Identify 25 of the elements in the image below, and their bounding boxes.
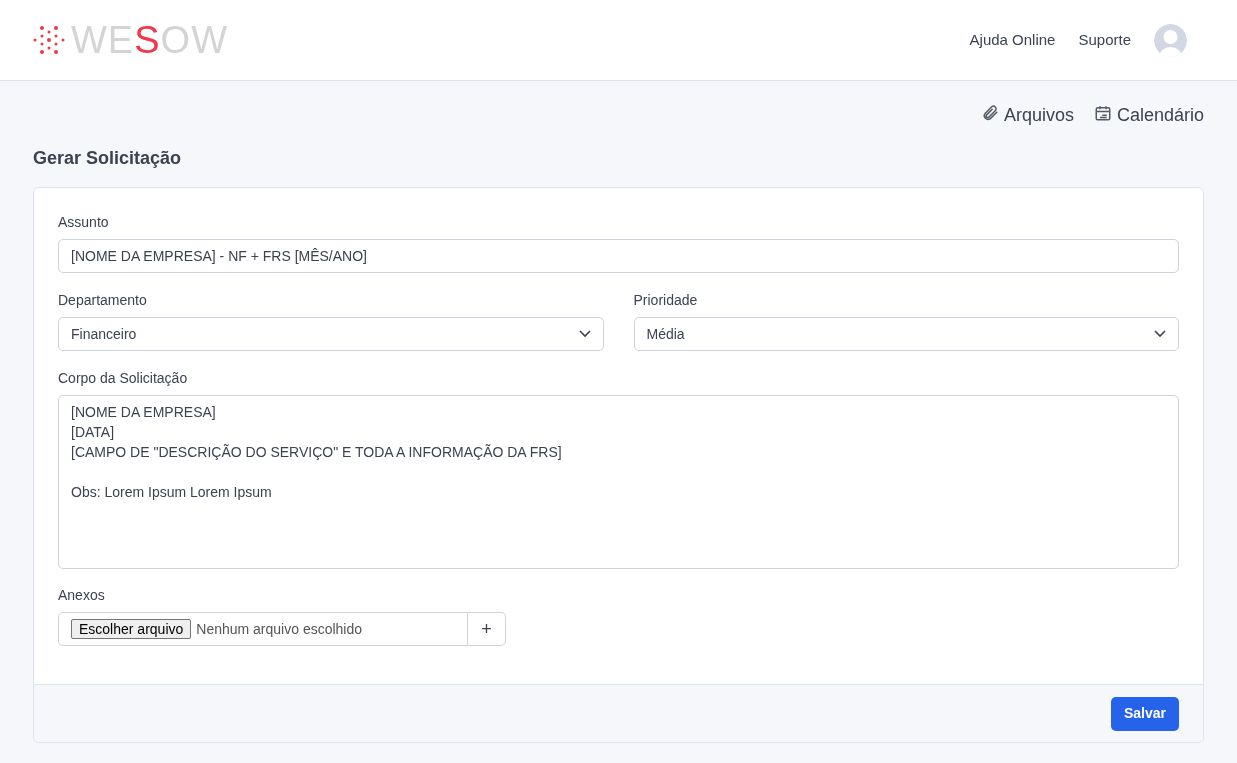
- dropdown[interactable]: Média: [633, 317, 1179, 351]
- subject-field[interactable]: [NOME DA EMPRESA] - NF + FRS [MÊS/ANO]: [58, 239, 1179, 273]
- save-button[interactable]: Salvar: [1110, 696, 1179, 731]
- file-status: Nenhum arquivo escolhido: [196, 619, 363, 639]
- text-area[interactable]: [NOME DA EMPRESA] [DATA] [CAMPO DE "DESCRIÇÃO DO SERVIÇO" E TODA A INFORMAÇÃO DA FRS] Obs: Lorem Ipsum Lorem Ipsum: [58, 395, 1179, 569]
- paperclip-icon: [980, 104, 999, 122]
- file-input[interactable]: Escolher arquivo Nenhum arquivo escolhido: [58, 612, 468, 646]
- toolbar-link[interactable]: Arquivos: [980, 102, 1074, 145]
- nav-link[interactable]: Ajuda Online: [969, 28, 1056, 52]
- logo-dots-icon: [33, 25, 65, 55]
- nav-link[interactable]: Suporte: [1078, 28, 1131, 52]
- avatar-icon[interactable]: [1154, 23, 1187, 57]
- field-label: Assunto: [58, 213, 110, 232]
- field-label: Anexos: [58, 586, 106, 605]
- chevron-down-icon: [1154, 330, 1166, 338]
- field-label: Departamento: [58, 291, 148, 310]
- field-label: Corpo da Solicitação: [58, 369, 189, 388]
- choose-file-button[interactable]: Escolher arquivo: [71, 619, 192, 639]
- field-label: Prioridade: [633, 291, 699, 310]
- add-button[interactable]: +: [468, 612, 506, 646]
- page-title: Gerar Solicitação: [33, 147, 183, 170]
- toolbar-link[interactable]: Calendário: [1093, 102, 1204, 145]
- dropdown[interactable]: Financeiro: [58, 317, 604, 351]
- calendar-icon: [1093, 104, 1112, 122]
- chevron-down-icon: [578, 330, 591, 338]
